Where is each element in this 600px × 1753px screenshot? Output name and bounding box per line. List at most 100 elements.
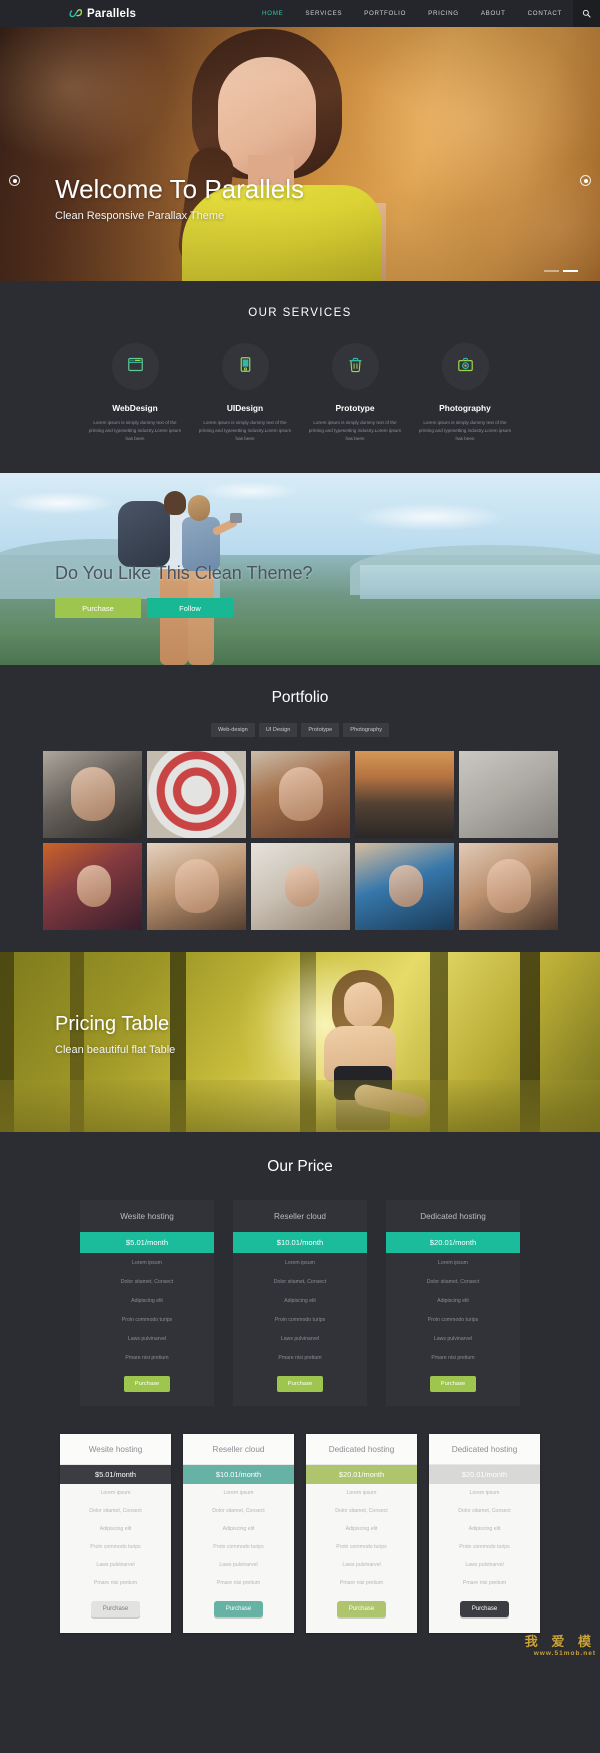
- price-feature: Lorem ipsum: [60, 1484, 171, 1502]
- landing-page: Parallels HOME SERVICES PORTFOLIO PRICIN…: [0, 0, 600, 1659]
- services-section: OUR SERVICES WebDesign Lorem i: [0, 281, 600, 473]
- price-purchase-button[interactable]: Purchase: [337, 1601, 386, 1617]
- portfolio-item[interactable]: [355, 751, 454, 838]
- price-feature: Proin commodo turips: [306, 1538, 417, 1556]
- camera-icon: [457, 356, 474, 378]
- carousel-indicator-1[interactable]: [544, 270, 559, 272]
- price-feature: Proin commodo turips: [80, 1310, 214, 1329]
- portfolio-item[interactable]: [459, 843, 558, 930]
- service-icon-wrapper: [442, 343, 489, 390]
- portfolio-item[interactable]: [43, 843, 142, 930]
- price-feature: Dolor sitamet, Consect: [183, 1502, 294, 1520]
- portfolio-item[interactable]: [355, 843, 454, 930]
- price-feature: Dolor sitamet, Consect: [60, 1502, 171, 1520]
- price-card-website-hosting: Wesite hosting $5.01/month Lorem ipsum D…: [80, 1200, 214, 1406]
- service-card-webdesign[interactable]: WebDesign Lorem ipsum is simply dummy te…: [80, 343, 190, 443]
- price-card-amount: $5.01/month: [80, 1232, 214, 1253]
- portfolio-item[interactable]: [251, 751, 350, 838]
- service-card-photography[interactable]: Photography Lorem ipsum is simply dummy …: [410, 343, 520, 443]
- price-feature: Pmare nisi pretium: [233, 1348, 367, 1367]
- service-card-prototype[interactable]: Prototype Lorem ipsum is simply dummy te…: [300, 343, 410, 443]
- price-feature: Lorem ipsum: [233, 1253, 367, 1272]
- carousel-prev-icon[interactable]: [9, 175, 20, 186]
- hero-content: Welcome To Parallels Clean Responsive Pa…: [55, 175, 304, 222]
- price-feature: Lorem ipsum: [429, 1484, 540, 1502]
- brand-logo[interactable]: Parallels: [69, 7, 136, 20]
- top-navigation-bar: Parallels HOME SERVICES PORTFOLIO PRICIN…: [0, 0, 600, 27]
- price-feature: Adipiscing elit: [233, 1291, 367, 1310]
- service-name: Prototype: [304, 403, 406, 413]
- price-card-amount: $20.01/month: [429, 1465, 540, 1484]
- price-card-name: Dedicated hosting: [429, 1434, 540, 1465]
- hero-title: Welcome To Parallels: [55, 175, 304, 204]
- carousel-indicator-2[interactable]: [563, 270, 578, 272]
- nav-link-home[interactable]: HOME: [251, 1, 294, 26]
- trash-can-icon: [347, 356, 364, 378]
- price-purchase-button[interactable]: Purchase: [214, 1601, 263, 1617]
- price-purchase-button[interactable]: Purchase: [277, 1376, 324, 1392]
- cta-follow-button[interactable]: Follow: [147, 598, 233, 618]
- portfolio-filter-ui-design[interactable]: UI Design: [259, 723, 298, 737]
- nav-link-contact[interactable]: CONTACT: [517, 1, 573, 26]
- portfolio-filter-photography[interactable]: Photography: [343, 723, 389, 737]
- hero-vignette: [0, 27, 600, 281]
- price-purchase-button[interactable]: Purchase: [91, 1601, 140, 1617]
- pricing-hero-grass: [0, 1080, 600, 1132]
- price-feature: Laws pulvinarvel: [386, 1329, 520, 1348]
- portfolio-item[interactable]: [251, 843, 350, 930]
- portfolio-filter-prototype[interactable]: Prototype: [301, 723, 339, 737]
- infinity-logo-icon: [69, 7, 82, 20]
- price-feature: Lorem ipsum: [306, 1484, 417, 1502]
- price-feature: Proin commodo turips: [233, 1310, 367, 1329]
- portfolio-item[interactable]: [459, 751, 558, 838]
- price-card-name: Wesite hosting: [80, 1200, 214, 1232]
- service-icon-wrapper: [332, 343, 379, 390]
- price-card-light-dedicated-hosting-alt: Dedicated hosting $20.01/month Lorem ips…: [429, 1434, 540, 1633]
- cta-title: Do You Like This Clean Theme?: [55, 563, 313, 584]
- brand-name: Parallels: [87, 8, 136, 20]
- price-feature: Pmare nisi pretium: [386, 1348, 520, 1367]
- pricing-hero-content: Pricing Table Clean beautiful flat Table: [55, 1013, 175, 1056]
- cta-content: Do You Like This Clean Theme? Purchase F…: [55, 563, 313, 618]
- service-card-uidesign[interactable]: UIDesign Lorem ipsum is simply dummy tex…: [190, 343, 300, 443]
- price-card-dedicated-hosting: Dedicated hosting $20.01/month Lorem ips…: [386, 1200, 520, 1406]
- price-feature: Laws pulvinarvel: [429, 1556, 540, 1574]
- price-title: Our Price: [0, 1158, 600, 1176]
- service-description: Lorem ipsum is simply dummy text of the …: [304, 419, 406, 443]
- price-feature: Laws pulvinarvel: [80, 1329, 214, 1348]
- portfolio-item[interactable]: [147, 751, 246, 838]
- service-icon-wrapper: [112, 343, 159, 390]
- price-card-reseller-cloud: Reseller cloud $10.01/month Lorem ipsum …: [233, 1200, 367, 1406]
- portfolio-grid: [0, 751, 600, 930]
- carousel-next-icon[interactable]: [580, 175, 591, 186]
- price-card-amount: $10.01/month: [233, 1232, 367, 1253]
- price-card-name: Reseller cloud: [183, 1434, 294, 1465]
- price-section: Our Price Wesite hosting $5.01/month Lor…: [0, 1132, 600, 1659]
- nav-link-pricing[interactable]: PRICING: [417, 1, 470, 26]
- cta-water: [360, 565, 600, 599]
- pricing-hero-title: Pricing Table: [55, 1013, 175, 1036]
- price-feature: Dolor sitamet, Consect: [80, 1272, 214, 1291]
- price-card-amount: $20.01/month: [306, 1465, 417, 1484]
- portfolio-item[interactable]: [147, 843, 246, 930]
- search-button[interactable]: [573, 0, 600, 27]
- price-feature: Lorem ipsum: [80, 1253, 214, 1272]
- price-feature: Pmare nisi pretium: [183, 1574, 294, 1592]
- mobile-phone-icon: [237, 356, 254, 378]
- nav-link-portfolio[interactable]: PORTFOLIO: [353, 1, 417, 26]
- browser-window-icon: [127, 356, 144, 378]
- service-icon-wrapper: [222, 343, 269, 390]
- price-purchase-button[interactable]: Purchase: [430, 1376, 477, 1392]
- price-feature: Proin commodo turips: [386, 1310, 520, 1329]
- price-feature: Laws pulvinarvel: [233, 1329, 367, 1348]
- nav-link-about[interactable]: ABOUT: [470, 1, 517, 26]
- price-card-name: Reseller cloud: [233, 1200, 367, 1232]
- portfolio-filter-web-design[interactable]: Web-design: [211, 723, 255, 737]
- nav-link-services[interactable]: SERVICES: [294, 1, 353, 26]
- portfolio-filters: Web-design UI Design Prototype Photograp…: [0, 723, 600, 737]
- portfolio-item[interactable]: [43, 751, 142, 838]
- cta-purchase-button[interactable]: Purchase: [55, 598, 141, 618]
- price-purchase-button[interactable]: Purchase: [460, 1601, 509, 1617]
- price-feature: Adipiscing elit: [183, 1520, 294, 1538]
- price-purchase-button[interactable]: Purchase: [124, 1376, 171, 1392]
